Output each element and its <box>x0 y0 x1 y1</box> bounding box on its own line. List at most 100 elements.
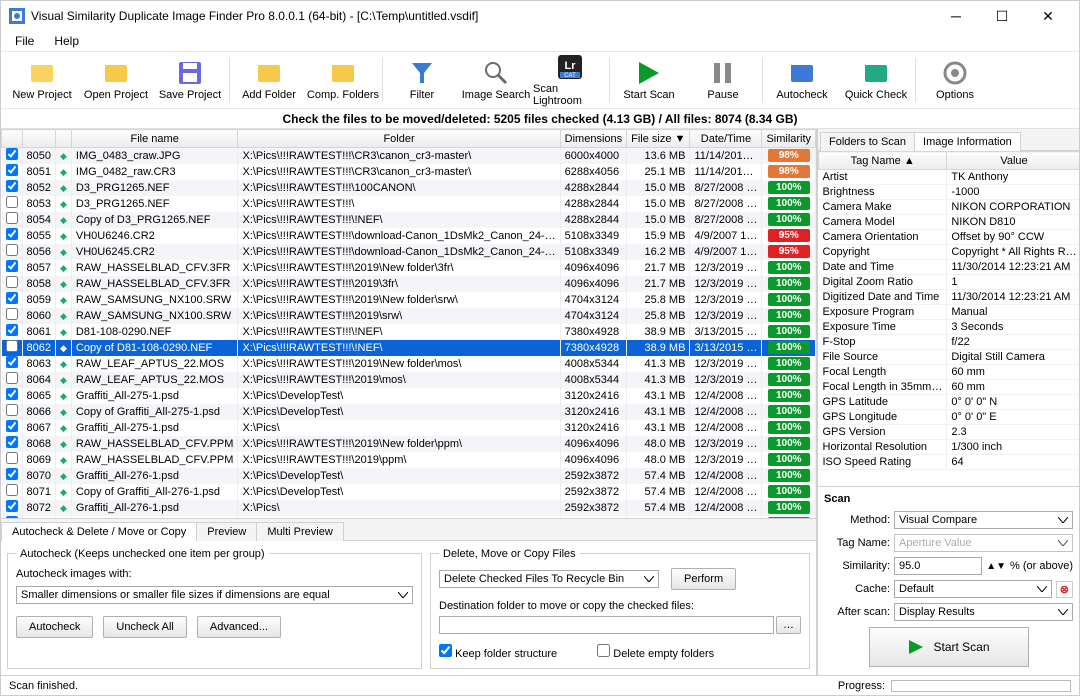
method-combo[interactable]: Visual Compare <box>894 511 1073 529</box>
row-checkbox[interactable] <box>6 228 18 240</box>
row-checkbox[interactable] <box>6 164 18 176</box>
row-checkbox[interactable] <box>6 148 18 160</box>
info-col-value[interactable]: Value <box>947 152 1079 170</box>
cache-combo[interactable]: Default <box>894 580 1052 598</box>
table-row[interactable]: 8071Copy of Graffiti_All-276-1.psdX:\Pic… <box>2 484 817 500</box>
table-row[interactable]: 8053D3_PRG1265.NEFX:\Pics\!!!RAWTEST!!!\… <box>2 196 817 212</box>
row-checkbox[interactable] <box>6 196 18 208</box>
add-folder-button[interactable]: Add Folder <box>232 53 306 107</box>
tab-autocheck[interactable]: Autocheck & Delete / Move or Copy <box>1 522 197 541</box>
row-checkbox[interactable] <box>6 324 18 336</box>
tab-image-information[interactable]: Image Information <box>914 132 1021 151</box>
table-row[interactable]: 8051IMG_0482_raw.CR3X:\Pics\!!!RAWTEST!!… <box>2 164 817 180</box>
row-checkbox[interactable] <box>6 340 18 352</box>
row-checkbox[interactable] <box>6 420 18 432</box>
start-scan-button[interactable]: Start Scan <box>612 53 686 107</box>
keep-folder-checkbox[interactable]: Keep folder structure <box>439 644 557 660</box>
column-header[interactable]: Date/Time <box>690 130 762 148</box>
similarity-spinner[interactable]: ▲▼ <box>986 561 1006 572</box>
info-row[interactable]: Exposure Time3 Seconds <box>819 320 1080 335</box>
minimize-button[interactable]: ─ <box>933 1 979 31</box>
table-row[interactable]: 8057RAW_HASSELBLAD_CFV.3FRX:\Pics\!!!RAW… <box>2 260 817 276</box>
open-project-button[interactable]: Open Project <box>79 53 153 107</box>
row-checkbox[interactable] <box>6 276 18 288</box>
info-row[interactable]: Camera MakeNIKON CORPORATION <box>819 200 1080 215</box>
table-row[interactable]: 8055VH0U6246.CR2X:\Pics\!!!RAWTEST!!!\do… <box>2 228 817 244</box>
row-checkbox[interactable] <box>6 404 18 416</box>
results-grid[interactable]: File nameFolderDimensionsFile size ▼Date… <box>1 129 816 518</box>
menu-file[interactable]: File <box>7 32 42 50</box>
table-row[interactable]: 8054Copy of D3_PRG1265.NEFX:\Pics\!!!RAW… <box>2 212 817 228</box>
info-row[interactable]: Date and Time11/30/2014 12:23:21 AM <box>819 260 1080 275</box>
info-row[interactable]: Focal Length60 mm <box>819 365 1080 380</box>
row-checkbox[interactable] <box>6 452 18 464</box>
table-row[interactable]: 8068RAW_HASSELBLAD_CFV.PPMX:\Pics\!!!RAW… <box>2 436 817 452</box>
table-row[interactable]: 8058RAW_HASSELBLAD_CFV.3FRX:\Pics\!!!RAW… <box>2 276 817 292</box>
row-checkbox[interactable] <box>6 500 18 512</box>
info-row[interactable]: Horizontal Resolution1/300 inch <box>819 440 1080 455</box>
delete-action-combo[interactable]: Delete Checked Files To Recycle Bin <box>439 570 659 588</box>
row-checkbox[interactable] <box>6 180 18 192</box>
table-row[interactable]: 8062Copy of D81-108-0290.NEFX:\Pics\!!!R… <box>2 340 817 356</box>
scan-lightroom-button[interactable]: LrCATScan Lightroom <box>533 53 607 107</box>
table-row[interactable]: 8063RAW_LEAF_APTUS_22.MOSX:\Pics\!!!RAWT… <box>2 356 817 372</box>
column-header[interactable]: Similarity <box>762 130 816 148</box>
info-row[interactable]: GPS Longitude0° 0' 0" E <box>819 410 1080 425</box>
table-row[interactable]: 8060RAW_SAMSUNG_NX100.SRWX:\Pics\!!!RAWT… <box>2 308 817 324</box>
info-row[interactable]: Exposure ProgramManual <box>819 305 1080 320</box>
info-row[interactable]: Camera OrientationOffset by 90° CCW <box>819 230 1080 245</box>
info-col-tag[interactable]: Tag Name ▲ <box>819 152 947 170</box>
info-row[interactable]: Camera ModelNIKON D810 <box>819 215 1080 230</box>
maximize-button[interactable]: ☐ <box>979 1 1025 31</box>
table-row[interactable]: 8064RAW_LEAF_APTUS_22.MOSX:\Pics\!!!RAWT… <box>2 372 817 388</box>
column-header[interactable] <box>2 130 23 148</box>
pause-button[interactable]: Pause <box>686 53 760 107</box>
destination-input[interactable] <box>439 616 774 634</box>
advanced-button[interactable]: Advanced... <box>197 616 281 638</box>
info-row[interactable]: ISO Speed Rating64 <box>819 455 1080 470</box>
info-row[interactable]: GPS Version2.3 <box>819 425 1080 440</box>
info-row[interactable]: CopyrightCopyright * All Rights R… <box>819 245 1080 260</box>
column-header[interactable] <box>22 130 55 148</box>
table-row[interactable]: 8067Graffiti_All-275-1.psdX:\Pics\3120x2… <box>2 420 817 436</box>
table-row[interactable]: 8059RAW_SAMSUNG_NX100.SRWX:\Pics\!!!RAWT… <box>2 292 817 308</box>
afterscan-combo[interactable]: Display Results <box>894 603 1073 621</box>
new-project-button[interactable]: New Project <box>5 53 79 107</box>
info-row[interactable]: ArtistTK Anthony <box>819 170 1080 185</box>
tab-folders-to-scan[interactable]: Folders to Scan <box>820 132 915 151</box>
info-row[interactable]: Brightness-1000 <box>819 185 1080 200</box>
row-checkbox[interactable] <box>6 484 18 496</box>
table-row[interactable]: 8070Graffiti_All-276-1.psdX:\Pics\Develo… <box>2 468 817 484</box>
info-row[interactable]: Digitized Date and Time11/30/2014 12:23:… <box>819 290 1080 305</box>
save-project-button[interactable]: Save Project <box>153 53 227 107</box>
row-checkbox[interactable] <box>6 468 18 480</box>
menu-help[interactable]: Help <box>46 32 87 50</box>
row-checkbox[interactable] <box>6 212 18 224</box>
row-checkbox[interactable] <box>6 244 18 256</box>
browse-button[interactable]: … <box>776 616 801 634</box>
image-info-grid[interactable]: Tag Name ▲ Value ArtistTK AnthonyBrightn… <box>818 151 1079 486</box>
autocheck-rule-combo[interactable]: Smaller dimensions or smaller file sizes… <box>16 586 413 604</box>
similarity-input[interactable] <box>894 557 982 575</box>
row-checkbox[interactable] <box>6 436 18 448</box>
quick-check-button[interactable]: Quick Check <box>839 53 913 107</box>
start-scan-button[interactable]: Start Scan <box>869 627 1029 667</box>
row-checkbox[interactable] <box>6 292 18 304</box>
delete-cache-icon[interactable]: ⊗ <box>1056 581 1073 598</box>
info-row[interactable]: GPS Latitude0° 0' 0" N <box>819 395 1080 410</box>
info-row[interactable]: Focal Length in 35mm…60 mm <box>819 380 1080 395</box>
row-checkbox[interactable] <box>6 308 18 320</box>
table-row[interactable]: 8065Graffiti_All-275-1.psdX:\Pics\Develo… <box>2 388 817 404</box>
table-row[interactable]: 8072Graffiti_All-276-1.psdX:\Pics\2592x3… <box>2 500 817 516</box>
row-checkbox[interactable] <box>6 388 18 400</box>
info-row[interactable]: F-Stopf/22 <box>819 335 1080 350</box>
tab-multi-preview[interactable]: Multi Preview <box>256 522 343 541</box>
uncheck-all-button[interactable]: Uncheck All <box>103 616 186 638</box>
column-header[interactable]: Folder <box>238 130 560 148</box>
info-row[interactable]: Digital Zoom Ratio1 <box>819 275 1080 290</box>
image-search-button[interactable]: Image Search <box>459 53 533 107</box>
autocheck-button[interactable]: Autocheck <box>16 616 93 638</box>
autocheck-button[interactable]: Autocheck <box>765 53 839 107</box>
row-checkbox[interactable] <box>6 356 18 368</box>
table-row[interactable]: 8066Copy of Graffiti_All-275-1.psdX:\Pic… <box>2 404 817 420</box>
